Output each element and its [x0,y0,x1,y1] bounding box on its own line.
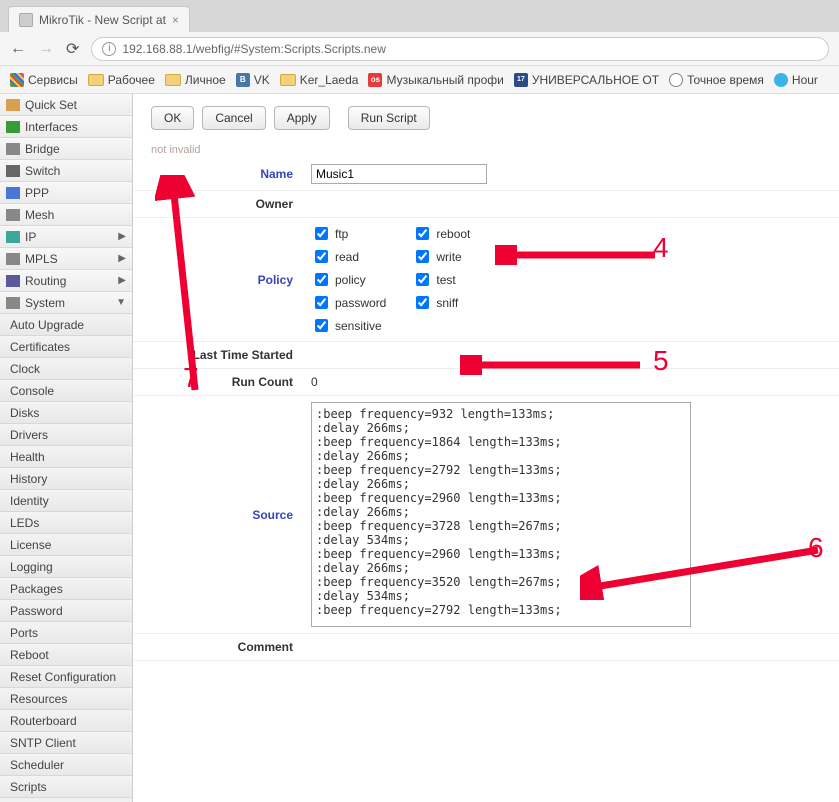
sidebar-sub-reset-configuration[interactable]: Reset Configuration [0,666,132,688]
forward-icon[interactable]: → [38,40,54,58]
policy-sensitive-checkbox[interactable] [315,319,328,332]
run-count-value: 0 [311,375,318,389]
policy-read[interactable]: read [311,247,386,266]
sidebar-sub-auto-upgrade[interactable]: Auto Upgrade [0,314,132,336]
name-input[interactable] [311,164,487,184]
label-policy: Policy [133,273,293,287]
bookmark-личное[interactable]: Личное [165,73,226,87]
run-script-button[interactable]: Run Script [348,106,430,130]
sidebar-item-mpls[interactable]: MPLS▶ [0,248,132,270]
back-icon[interactable]: ← [10,40,26,58]
sidebar-sub-password[interactable]: Password [0,600,132,622]
label-last-time: Last Time Started [133,348,293,362]
sidebar-sub-sntp-client[interactable]: SNTP Client [0,732,132,754]
sidebar-sub-routerboard[interactable]: Routerboard [0,710,132,732]
policy-write[interactable]: write [412,247,470,266]
policy-grid: ftp reboot read write policy test password snif… [311,224,470,335]
label-name: Name [133,167,293,181]
reload-icon[interactable]: ⟳ [66,39,79,59]
label-run-count: Run Count [133,375,293,389]
sidebar-sub-ports[interactable]: Ports [0,622,132,644]
sidebar-item-interfaces[interactable]: Interfaces [0,116,132,138]
sidebar-sub-reboot[interactable]: Reboot [0,644,132,666]
sidebar-item-system[interactable]: System▼ [0,292,132,314]
sidebar-item-switch[interactable]: Switch [0,160,132,182]
sidebar-item-mesh[interactable]: Mesh [0,204,132,226]
browser-tab[interactable]: MikroTik - New Script at × [8,6,190,32]
policy-sensitive[interactable]: sensitive [311,316,386,335]
source-textarea[interactable] [311,402,691,627]
close-icon[interactable]: × [172,13,179,27]
policy-reboot-checkbox[interactable] [416,227,429,240]
sidebar-sub-scheduler[interactable]: Scheduler [0,754,132,776]
sidebar-sub-license[interactable]: License [0,534,132,556]
policy-sniff[interactable]: sniff [412,293,470,312]
action-button-row: OK Cancel Apply Run Script [133,94,839,142]
sidebar-sub-health[interactable]: Health [0,446,132,468]
bookmark-hour[interactable]: Hour [774,73,818,87]
sidebar-sub-disks[interactable]: Disks [0,402,132,424]
sidebar-sub-clock[interactable]: Clock [0,358,132,380]
sidebar-sub-packages[interactable]: Packages [0,578,132,600]
sidebar-sub-console[interactable]: Console [0,380,132,402]
browser-nav-bar: ← → ⟳ i 192.168.88.1/webfig/#System:Scri… [0,32,839,66]
policy-reboot[interactable]: reboot [412,224,470,243]
annotation-7: 7 [183,362,199,394]
sidebar-sub-scripts[interactable]: Scripts [0,776,132,798]
sidebar-sub-history[interactable]: History [0,468,132,490]
cancel-button[interactable]: Cancel [202,106,265,130]
policy-ftp[interactable]: ftp [311,224,386,243]
sidebar-item-bridge[interactable]: Bridge [0,138,132,160]
label-owner: Owner [133,197,293,211]
status-hint: not invalid [133,142,839,158]
content-pane: OK Cancel Apply Run Script not invalid N… [133,94,839,802]
annotation-5: 5 [653,345,669,377]
sidebar-sub-drivers[interactable]: Drivers [0,424,132,446]
bookmark-vk[interactable]: BVK [236,73,270,87]
apply-button[interactable]: Apply [274,106,330,130]
info-icon[interactable]: i [102,42,116,56]
webfig-sidebar: Quick SetInterfacesBridgeSwitchPPPMeshIP… [0,94,133,802]
bookmark-рабочее[interactable]: Рабочее [88,73,155,87]
sidebar-sub-resources[interactable]: Resources [0,688,132,710]
url-bar[interactable]: i 192.168.88.1/webfig/#System:Scripts.Sc… [91,37,829,61]
policy-policy-checkbox[interactable] [315,273,328,286]
sidebar-sub-certificates[interactable]: Certificates [0,336,132,358]
tab-title: MikroTik - New Script at [39,13,166,27]
label-comment: Comment [133,640,293,654]
annotation-6: 6 [808,532,824,564]
sidebar-sub-identity[interactable]: Identity [0,490,132,512]
sidebar-sub-logging[interactable]: Logging [0,556,132,578]
annotation-4: 4 [653,232,669,264]
sidebar-item-routing[interactable]: Routing▶ [0,270,132,292]
policy-ftp-checkbox[interactable] [315,227,328,240]
policy-write-checkbox[interactable] [416,250,429,263]
bookmark-музыкальный профи[interactable]: osМузыкальный профи [368,73,503,87]
policy-sniff-checkbox[interactable] [416,296,429,309]
bookmark-ker_laeda[interactable]: Ker_Laeda [280,73,359,87]
policy-read-checkbox[interactable] [315,250,328,263]
policy-test-checkbox[interactable] [416,273,429,286]
ok-button[interactable]: OK [151,106,194,130]
sidebar-sub-leds[interactable]: LEDs [0,512,132,534]
bookmark-универсальное от[interactable]: 17УНИВЕРСАЛЬНОЕ ОТ [514,73,659,87]
bookmarks-bar: Сервисы Рабочее Личное BVK Ker_Laeda osМузыка… [0,66,839,94]
browser-tab-bar: MikroTik - New Script at × [0,0,839,32]
bookmark-сервисы[interactable]: Сервисы [10,73,78,87]
sidebar-item-quick-set[interactable]: Quick Set [0,94,132,116]
sidebar-item-ppp[interactable]: PPP [0,182,132,204]
policy-password-checkbox[interactable] [315,296,328,309]
policy-password[interactable]: password [311,293,386,312]
label-source: Source [133,508,293,522]
policy-policy[interactable]: policy [311,270,386,289]
policy-test[interactable]: test [412,270,470,289]
sidebar-item-ip[interactable]: IP▶ [0,226,132,248]
bookmark-точное время[interactable]: Точное время [669,73,764,87]
url-text: 192.168.88.1/webfig/#System:Scripts.Scri… [122,42,385,56]
favicon [19,13,33,27]
